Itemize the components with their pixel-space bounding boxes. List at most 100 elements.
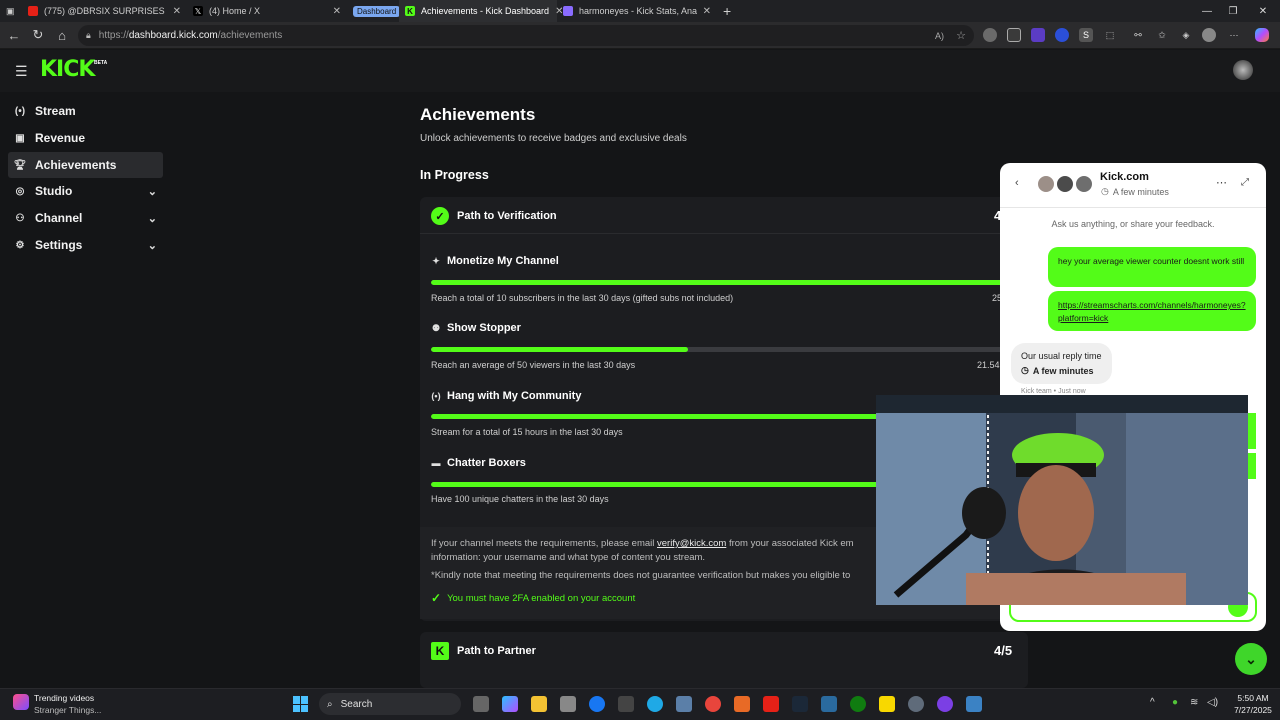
extension-icon[interactable] bbox=[1055, 28, 1069, 42]
steam-icon[interactable] bbox=[792, 696, 808, 712]
user-avatar[interactable] bbox=[1233, 60, 1253, 80]
favorites-icon[interactable]: ✩ bbox=[1155, 28, 1169, 42]
expand-icon[interactable]: ⤢ bbox=[1241, 177, 1249, 188]
youtube-icon bbox=[28, 6, 38, 16]
app-icon[interactable] bbox=[966, 696, 982, 712]
maximize-icon[interactable]: ❐ bbox=[1216, 0, 1250, 22]
tab-group-label: Dashboard bbox=[353, 5, 401, 17]
achievement-title: Hang with My Community bbox=[447, 390, 582, 402]
info-line-3: *Kindly note that meeting the requiremen… bbox=[431, 570, 851, 581]
copilot-icon[interactable] bbox=[502, 696, 518, 712]
chat-more-icon[interactable]: ⋯ bbox=[1216, 176, 1227, 189]
app-icon[interactable] bbox=[734, 696, 750, 712]
tab-actions-icon[interactable]: ▣ bbox=[0, 0, 22, 22]
kick-icon: K bbox=[405, 6, 415, 16]
sticky-notes-icon[interactable] bbox=[879, 696, 895, 712]
new-tab-button[interactable]: + bbox=[717, 0, 739, 22]
wifi-icon[interactable]: ≋ bbox=[1190, 697, 1198, 708]
edge-icon[interactable] bbox=[647, 696, 663, 712]
tab-x[interactable]: 𝕏 (4) Home / X ✕ bbox=[187, 0, 347, 22]
file-explorer-icon[interactable] bbox=[531, 696, 547, 712]
volume-icon[interactable]: ◁) bbox=[1207, 697, 1218, 708]
menu-icon[interactable]: ☰ bbox=[15, 63, 28, 80]
chrome-icon[interactable] bbox=[705, 696, 721, 712]
store-icon[interactable] bbox=[560, 696, 576, 712]
sidebar-item-channel[interactable]: ⚇ Channel ⌄ bbox=[8, 205, 163, 231]
calculator-icon[interactable] bbox=[676, 696, 692, 712]
webcam-overlay[interactable] bbox=[876, 395, 1248, 605]
extension-icon[interactable] bbox=[1007, 28, 1021, 42]
sidebar-item-label: Achievements bbox=[35, 158, 117, 172]
refresh-icon[interactable]: ↻ bbox=[30, 27, 46, 43]
page-subtitle: Unlock achievements to receive badges an… bbox=[420, 133, 687, 144]
widget-subtitle: Stranger Things... bbox=[34, 705, 102, 715]
twofa-text: You must have 2FA enabled on your accoun… bbox=[447, 592, 636, 604]
sidebar-item-settings[interactable]: ⚙︎ Settings ⌄ bbox=[8, 232, 163, 258]
achievement-title: Show Stopper bbox=[447, 322, 521, 334]
partner-card[interactable] bbox=[420, 632, 1028, 688]
facebook-icon[interactable] bbox=[589, 696, 605, 712]
chat-message-link[interactable]: https://streamscharts.com/channels/harmo… bbox=[1048, 291, 1256, 331]
achievement-chatter-boxers: ▬ Chatter Boxers bbox=[431, 457, 526, 469]
obs-icon[interactable] bbox=[908, 696, 924, 712]
partner-count: 4/5 bbox=[994, 643, 1013, 658]
achievement-show-stopper: ⚉ Show Stopper bbox=[431, 322, 521, 334]
extensions-puzzle-icon[interactable]: ⬚ bbox=[1103, 28, 1117, 42]
chat-back-icon[interactable]: ‹ bbox=[1015, 177, 1019, 189]
chat-toggle-button[interactable]: ⌄ bbox=[1235, 643, 1267, 675]
extension-icon[interactable]: S bbox=[1079, 28, 1093, 42]
clock-icon: ◷ bbox=[1021, 365, 1029, 375]
copilot-icon[interactable] bbox=[1255, 28, 1269, 42]
taskbar-search[interactable]: ⌕ Search bbox=[319, 693, 461, 715]
microphone-icon[interactable]: ● bbox=[1172, 697, 1178, 708]
progress-fill bbox=[431, 280, 1028, 285]
sidebar-item-revenue[interactable]: ▣ Revenue bbox=[8, 125, 163, 151]
close-icon[interactable]: ✕ bbox=[703, 6, 711, 17]
broadcast-icon: (•) bbox=[14, 105, 26, 117]
chevron-down-icon: ⌄ bbox=[147, 212, 157, 225]
kick-badge-icon: K bbox=[431, 642, 449, 660]
tab-achievements[interactable]: K Achievements - Kick Dashboard ✕ bbox=[399, 0, 563, 22]
split-screen-icon[interactable]: ⚯ bbox=[1131, 28, 1145, 42]
back-icon[interactable]: ← bbox=[6, 27, 22, 43]
verify-email-link[interactable]: verify@kick.com bbox=[657, 538, 726, 549]
sidebar-item-achievements[interactable]: 🏆︎ Achievements bbox=[8, 152, 163, 178]
home-icon[interactable]: ⌂ bbox=[54, 27, 70, 43]
tab-streamscharts[interactable]: harmoneyes - Kick Stats, Analytic ✕ bbox=[557, 0, 717, 22]
task-view-icon[interactable] bbox=[473, 696, 489, 712]
youtube-icon[interactable] bbox=[763, 696, 779, 712]
sidebar-item-label: Settings bbox=[35, 238, 83, 252]
tray-chevron-icon[interactable]: ^ bbox=[1150, 697, 1155, 708]
favorite-icon[interactable]: ☆ bbox=[956, 29, 966, 42]
chevron-down-icon: ⌄ bbox=[147, 185, 157, 198]
read-aloud-icon[interactable]: A) bbox=[935, 31, 944, 41]
sidebar-item-studio[interactable]: ◎ Studio ⌄ bbox=[8, 178, 163, 204]
widgets-icon[interactable] bbox=[13, 694, 29, 710]
xbox-icon[interactable] bbox=[850, 696, 866, 712]
browser-essentials-icon[interactable]: ◈ bbox=[1179, 28, 1193, 42]
twofa-requirement: ✓ You must have 2FA enabled on your acco… bbox=[431, 591, 635, 605]
beta-badge: BETA bbox=[94, 60, 108, 66]
app-icon[interactable] bbox=[937, 696, 953, 712]
close-icon[interactable]: ✕ bbox=[333, 6, 341, 17]
app-icon[interactable] bbox=[821, 696, 837, 712]
viewers-icon: ⚉ bbox=[431, 322, 441, 333]
achievement-value: 21.54 bbox=[977, 360, 1000, 370]
extension-icon[interactable] bbox=[1031, 28, 1045, 42]
tab-group-dashboard[interactable]: Dashboard bbox=[347, 0, 401, 22]
close-icon[interactable]: ✕ bbox=[173, 6, 181, 17]
more-icon[interactable]: ⋯ bbox=[1227, 28, 1241, 42]
tab-youtube[interactable]: (775) @DBRSIX SURPRISES Mura ✕ bbox=[22, 0, 187, 22]
studio-icon: ◎ bbox=[15, 185, 25, 197]
clock-time[interactable]: 5:50 AM bbox=[1233, 693, 1273, 703]
widget-title[interactable]: Trending videos bbox=[34, 693, 94, 703]
profile-avatar[interactable] bbox=[1202, 28, 1216, 42]
kick-logo[interactable]: KICK bbox=[40, 57, 95, 82]
close-window-icon[interactable]: ✕ bbox=[1246, 0, 1280, 22]
start-icon[interactable] bbox=[293, 696, 309, 712]
url-field[interactable]: 🔒︎ https://dashboard.kick.com/achievemen… bbox=[78, 25, 974, 46]
sidebar-item-stream[interactable]: (•) Stream bbox=[8, 98, 163, 124]
clock-date[interactable]: 7/27/2025 bbox=[1228, 705, 1278, 715]
extension-icon[interactable] bbox=[983, 28, 997, 42]
amazon-icon[interactable] bbox=[618, 696, 634, 712]
